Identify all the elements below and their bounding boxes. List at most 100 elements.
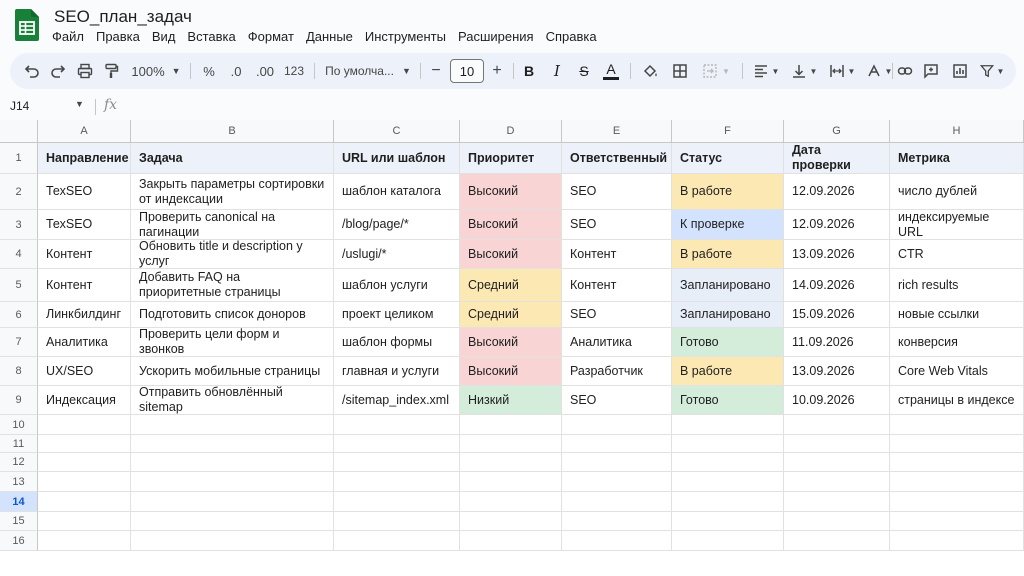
empty-cell[interactable]: [334, 512, 460, 531]
filter-button[interactable]: ▼: [976, 53, 1008, 89]
row-header-1[interactable]: 1: [0, 143, 38, 174]
row-header-7[interactable]: 7: [0, 328, 38, 357]
column-header-d[interactable]: D: [460, 120, 562, 143]
empty-cell[interactable]: [131, 435, 334, 453]
cell-status[interactable]: Готово: [672, 386, 784, 415]
cell-status[interactable]: К проверке: [672, 210, 784, 240]
name-box[interactable]: J14: [10, 99, 29, 113]
empty-cell[interactable]: [784, 435, 890, 453]
empty-cell[interactable]: [460, 531, 562, 551]
empty-cell[interactable]: [672, 453, 784, 472]
row-header-10[interactable]: 10: [0, 415, 38, 435]
cell-napravlenie[interactable]: Контент: [38, 269, 131, 302]
empty-cell[interactable]: [131, 531, 334, 551]
row-header-12[interactable]: 12: [0, 453, 38, 472]
cell-url[interactable]: /sitemap_index.xml: [334, 386, 460, 415]
empty-cell[interactable]: [131, 415, 334, 435]
cell-otvetstvenny[interactable]: Контент: [562, 240, 672, 269]
empty-cell[interactable]: [38, 531, 131, 551]
font-size-input[interactable]: 10: [450, 59, 484, 83]
text-rotation-button[interactable]: ▼: [862, 53, 896, 89]
redo-button[interactable]: [46, 53, 70, 89]
row-header-16[interactable]: 16: [0, 531, 38, 551]
cell-metrika[interactable]: новые ссылки: [890, 302, 1024, 328]
empty-cell[interactable]: [672, 531, 784, 551]
column-header-f[interactable]: F: [672, 120, 784, 143]
select-all-corner[interactable]: [0, 120, 38, 143]
empty-cell[interactable]: [131, 492, 334, 512]
empty-cell[interactable]: [562, 531, 672, 551]
row-header-11[interactable]: 11: [0, 435, 38, 453]
empty-cell[interactable]: [334, 435, 460, 453]
empty-cell[interactable]: [334, 415, 460, 435]
spreadsheet-grid[interactable]: A B C D E F G H 1 2 3 4 5 6 7 8 9 10 11 12 13 14 15 16 Направлен…: [0, 120, 1024, 576]
empty-cell[interactable]: [334, 472, 460, 492]
row-header-14[interactable]: 14: [0, 492, 38, 512]
empty-cell[interactable]: [784, 512, 890, 531]
insert-link-button[interactable]: [894, 53, 916, 89]
cell-url[interactable]: шаблон каталога: [334, 174, 460, 210]
cell-status[interactable]: В работе: [672, 357, 784, 386]
horizontal-align-button[interactable]: ▼: [748, 53, 784, 89]
cell-data[interactable]: 13.09.2026: [784, 240, 890, 269]
header-cell-zadacha[interactable]: Задача: [131, 143, 334, 174]
empty-cell[interactable]: [38, 453, 131, 472]
vertical-align-button[interactable]: ▼: [786, 53, 822, 89]
empty-cell[interactable]: [672, 415, 784, 435]
empty-cell[interactable]: [38, 492, 131, 512]
cell-zadacha[interactable]: Отправить обновлённый sitemap: [131, 386, 334, 415]
menu-extensions[interactable]: Расширения: [452, 29, 540, 44]
empty-cell[interactable]: [890, 415, 1024, 435]
merge-cells-button[interactable]: ▼: [696, 53, 736, 89]
empty-cell[interactable]: [672, 512, 784, 531]
empty-cell[interactable]: [460, 472, 562, 492]
insert-chart-button[interactable]: [949, 53, 971, 89]
header-cell-data[interactable]: Дата проверки: [784, 143, 890, 174]
empty-cell[interactable]: [890, 435, 1024, 453]
cell-url[interactable]: /uslugi/*: [334, 240, 460, 269]
bold-button[interactable]: B: [518, 53, 540, 89]
cell-zadacha[interactable]: Закрыть параметры сортировки от индексац…: [131, 174, 334, 210]
cell-metrika[interactable]: число дублей: [890, 174, 1024, 210]
zoom-select[interactable]: 100% ▼: [128, 53, 184, 89]
undo-button[interactable]: [20, 53, 44, 89]
cell-zadacha[interactable]: Проверить canonical на пагинации: [131, 210, 334, 240]
cell-data[interactable]: 13.09.2026: [784, 357, 890, 386]
cell-prioritet[interactable]: Высокий: [460, 210, 562, 240]
number-format-button[interactable]: 123: [282, 53, 306, 89]
menu-format[interactable]: Формат: [242, 29, 300, 44]
column-header-b[interactable]: B: [131, 120, 334, 143]
empty-cell[interactable]: [460, 415, 562, 435]
row-header-8[interactable]: 8: [0, 357, 38, 386]
empty-cell[interactable]: [784, 531, 890, 551]
chevron-down-icon[interactable]: ▼: [75, 99, 84, 109]
cell-otvetstvenny[interactable]: SEO: [562, 174, 672, 210]
cell-data[interactable]: 12.09.2026: [784, 210, 890, 240]
menu-view[interactable]: Вид: [146, 29, 182, 44]
empty-cell[interactable]: [131, 512, 334, 531]
empty-cell[interactable]: [890, 492, 1024, 512]
menu-file[interactable]: Файл: [46, 29, 90, 44]
cell-metrika[interactable]: страницы в индексе: [890, 386, 1024, 415]
text-color-button[interactable]: A: [600, 53, 622, 89]
row-header-15[interactable]: 15: [0, 512, 38, 531]
cell-otvetstvenny[interactable]: Контент: [562, 269, 672, 302]
cell-url[interactable]: шаблон формы: [334, 328, 460, 357]
cell-zadacha[interactable]: Подготовить список доноров: [131, 302, 334, 328]
font-family-select[interactable]: По умолча... ▼: [322, 53, 414, 89]
cell-status[interactable]: Готово: [672, 328, 784, 357]
cell-otvetstvenny[interactable]: SEO: [562, 210, 672, 240]
header-cell-status[interactable]: Статус: [672, 143, 784, 174]
cell-status[interactable]: В работе: [672, 240, 784, 269]
cell-status[interactable]: Запланировано: [672, 269, 784, 302]
empty-cell[interactable]: [334, 531, 460, 551]
cell-data[interactable]: 10.09.2026: [784, 386, 890, 415]
column-header-c[interactable]: C: [334, 120, 460, 143]
cell-otvetstvenny[interactable]: Разработчик: [562, 357, 672, 386]
cell-metrika[interactable]: индексируемые URL: [890, 210, 1024, 240]
cell-status[interactable]: В работе: [672, 174, 784, 210]
cell-zadacha[interactable]: Обновить title и description у услуг: [131, 240, 334, 269]
cell-prioritet[interactable]: Средний: [460, 269, 562, 302]
cell-otvetstvenny[interactable]: SEO: [562, 386, 672, 415]
empty-cell[interactable]: [784, 492, 890, 512]
